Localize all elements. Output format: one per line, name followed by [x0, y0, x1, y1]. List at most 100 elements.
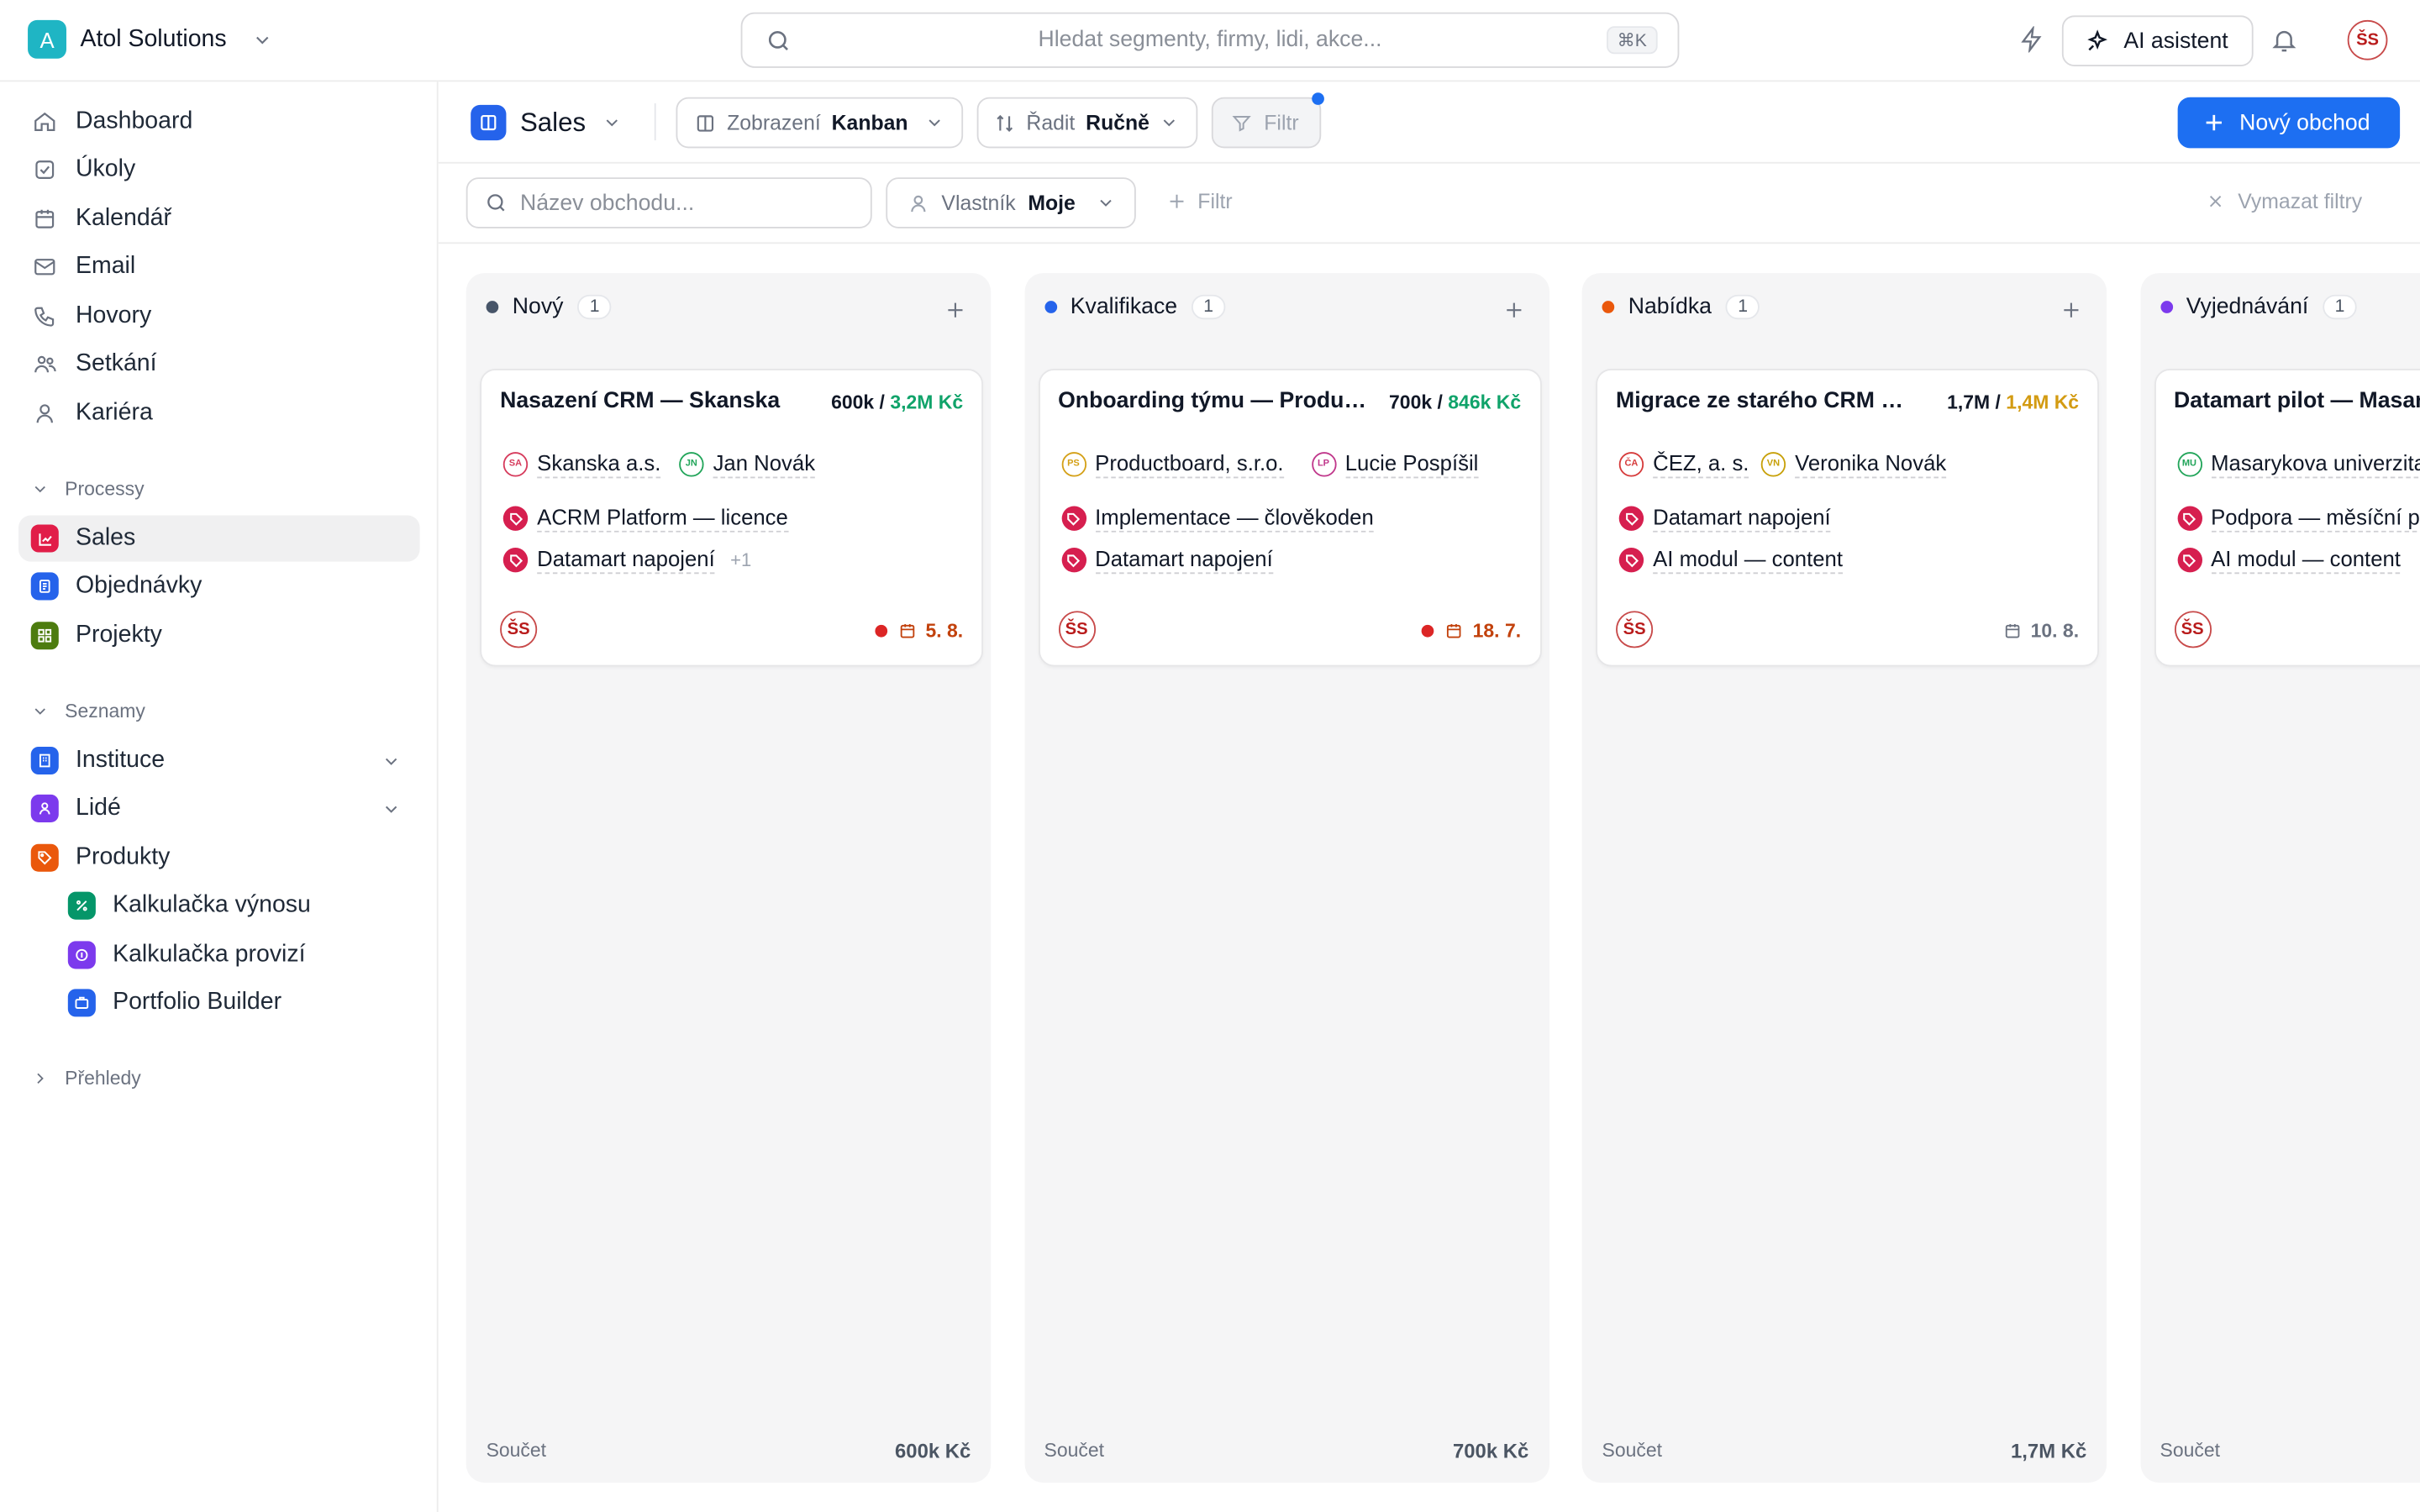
person-icon — [908, 192, 929, 214]
sidebar-item-meetings[interactable]: Setkání — [18, 341, 420, 387]
product-item[interactable]: Implementace — člověkoden — [1060, 505, 1374, 533]
product-item[interactable]: AI modul — content — [1618, 546, 1843, 575]
tag-icon — [1618, 506, 1644, 531]
sidebar-item-orders[interactable]: Objednávky — [18, 563, 420, 609]
company-chip[interactable]: MU Masarykova univerzita — [2176, 450, 2420, 479]
sidebar-item-commission-calculator[interactable]: Kalkulačka provizí — [55, 932, 419, 978]
product-item[interactable]: Datamart napojení +1 — [502, 546, 751, 575]
deal-name-search[interactable]: Název obchodu... — [466, 177, 872, 228]
chevron-down-icon[interactable] — [381, 799, 402, 819]
building-icon — [30, 746, 59, 775]
product-name: AI modul — content — [2211, 546, 2401, 575]
view-selector[interactable]: Zobrazení Kanban — [676, 97, 964, 149]
chevron-right-icon — [31, 1069, 50, 1088]
company-avatar: MU — [2176, 452, 2202, 477]
briefcase-icon — [67, 989, 96, 1017]
product-item[interactable]: Datamart napojení — [1060, 546, 1273, 575]
add-filter-button[interactable]: Filtr — [1167, 190, 1233, 213]
sidebar-item-calendar[interactable]: Kalendář — [18, 196, 420, 242]
column-title: Nový — [512, 294, 564, 320]
add-card-plus-icon[interactable] — [2060, 299, 2082, 321]
company-avatar: PS — [1060, 452, 1086, 477]
clear-filters-button[interactable]: Vymazat filtry — [2206, 190, 2362, 213]
owner-avatar: ŠS — [1058, 611, 1096, 648]
owner-avatar: ŠS — [1616, 611, 1654, 648]
contact-chip[interactable]: VN Veronika Novák — [1760, 450, 1947, 479]
sidebar-item-email[interactable]: Email — [18, 244, 420, 290]
global-search[interactable]: Hledat segmenty, firmy, lidi, akce... ⌘K — [740, 12, 1680, 68]
stage-dot — [486, 301, 499, 313]
section-processes[interactable]: Processy — [31, 478, 145, 500]
owner-filter[interactable]: Vlastník Moje — [886, 177, 1136, 228]
deal-title: Migrace ze starého CRM — ČEZ — [1616, 388, 1925, 414]
owner-avatar: ŠS — [2174, 611, 2212, 648]
sidebar-item-dashboard[interactable]: Dashboard — [18, 99, 420, 145]
company-avatar: ČA — [1618, 452, 1644, 477]
columns-icon — [471, 104, 507, 141]
search-input[interactable]: Hledat segmenty, firmy, lidi, akce... — [742, 28, 1677, 52]
company-chip[interactable]: ČA ČEZ, a. s. — [1618, 450, 1749, 479]
section-lists[interactable]: Seznamy — [31, 701, 145, 722]
sidebar-item-tasks[interactable]: Úkoly — [18, 146, 420, 192]
main-content: Sales Zobrazení Kanban Řadit Ručně Filtr… — [438, 81, 2420, 1512]
tag-icon — [1618, 548, 1644, 573]
product-item[interactable]: Podpora — měsíční paušál — [2176, 505, 2420, 533]
add-card-plus-icon[interactable] — [944, 299, 966, 321]
section-title: Processy — [65, 478, 145, 501]
chevron-down-icon — [924, 113, 944, 133]
sidebar-item-portfolio-builder[interactable]: Portfolio Builder — [55, 979, 419, 1026]
workspace-logo: A — [28, 19, 66, 59]
filter-button[interactable]: Filtr — [1211, 92, 1324, 149]
section-reports[interactable]: Přehledy — [31, 1068, 141, 1089]
kanban-column: Nabídka 1 Migrace ze starého CRM — ČEZ 1… — [1581, 273, 2107, 1483]
sidebar-item-products[interactable]: Produkty — [18, 835, 420, 881]
company-chip[interactable]: PS Productboard, s.r.o. — [1060, 450, 1284, 479]
new-deal-button[interactable]: Nový obchod — [2177, 97, 2401, 149]
lightning-icon[interactable] — [2018, 26, 2044, 53]
contact-chip[interactable]: LP Lucie Pospíšil — [1311, 450, 1479, 479]
due-date: 18. 7. — [1422, 620, 1521, 642]
deal-card[interactable]: Datamart pilot — Masarykova univerzita M… — [2154, 368, 2420, 667]
sort-selector[interactable]: Řadit Ručně — [976, 97, 1198, 149]
deal-card[interactable]: Onboarding týmu — Productboard 700k / 84… — [1038, 368, 1541, 667]
clear-filters-label: Vymazat filtry — [2238, 189, 2363, 213]
search-icon — [485, 192, 508, 215]
bell-icon[interactable] — [2270, 26, 2298, 54]
sidebar-item-label: Kalkulačka výnosu — [113, 891, 311, 918]
sidebar-item-projects[interactable]: Projekty — [18, 612, 420, 659]
user-avatar[interactable]: ŠS — [2347, 19, 2388, 60]
column-count-badge: 1 — [577, 294, 613, 320]
add-card-plus-icon[interactable] — [1502, 299, 1524, 321]
product-item[interactable]: Datamart napojení — [1618, 505, 1831, 533]
ai-assistant-button[interactable]: AI asistent — [2061, 15, 2254, 66]
workspace-switcher[interactable]: A Atol Solutions — [28, 19, 273, 59]
sidebar-item-label: Email — [76, 253, 136, 280]
company-chip[interactable]: SA Skanska a.s. — [502, 450, 661, 479]
deal-card[interactable]: Nasazení CRM — Skanska 600k / 3,2M Kč SA… — [480, 368, 983, 667]
checkbox-icon — [33, 157, 57, 181]
deal-amount: 700k / 846k Kč — [1389, 392, 1521, 414]
sidebar-item-label: Lidé — [76, 794, 121, 822]
owner-label: Vlastník — [941, 191, 1016, 215]
contact-avatar: LP — [1311, 452, 1336, 477]
calendar-icon — [2003, 622, 2022, 640]
coin-icon — [67, 941, 96, 969]
sidebar-item-people[interactable]: Lidé — [18, 785, 420, 832]
product-item[interactable]: ACRM Platform — licence — [502, 505, 788, 533]
product-item[interactable]: AI modul — content — [2176, 546, 2401, 575]
pipeline-switcher[interactable]: Sales — [471, 104, 621, 141]
sidebar-item-institutions[interactable]: Instituce — [18, 738, 420, 784]
deal-card[interactable]: Migrace ze starého CRM — ČEZ 1,7M / 1,4M… — [1596, 368, 2099, 667]
tag-icon — [30, 843, 59, 872]
sidebar-item-sales[interactable]: Sales — [18, 515, 420, 562]
sidebar-item-career[interactable]: Kariéra — [18, 391, 420, 437]
new-deal-label: Nový obchod — [2239, 110, 2370, 135]
chevron-down-icon[interactable] — [381, 751, 402, 771]
deal-name-input[interactable]: Název obchodu... — [520, 191, 694, 215]
columns-icon — [695, 112, 717, 134]
tag-icon — [502, 548, 529, 573]
contact-chip[interactable]: JN Jan Novák — [679, 450, 816, 479]
sidebar-item-yield-calculator[interactable]: Kalkulačka výnosu — [55, 883, 419, 929]
tag-icon — [2176, 506, 2202, 531]
sidebar-item-calls[interactable]: Hovory — [18, 293, 420, 339]
